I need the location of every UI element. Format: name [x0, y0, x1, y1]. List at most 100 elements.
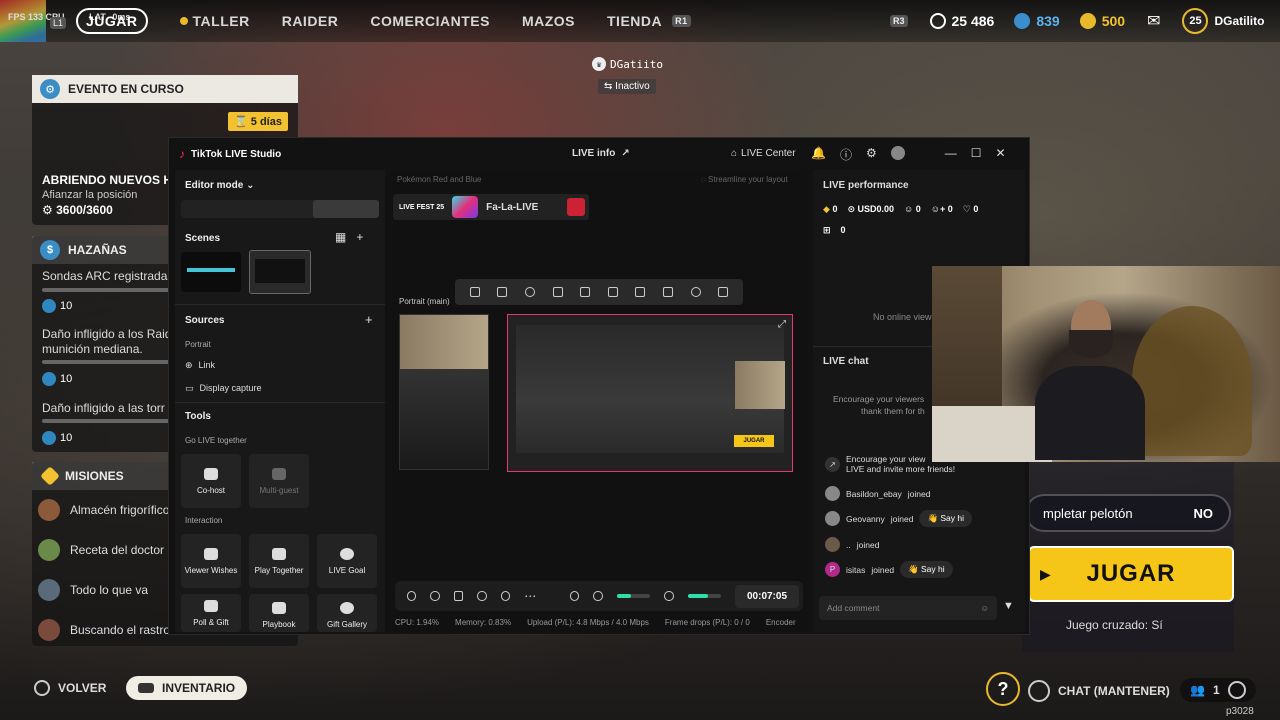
say-hi-button[interactable]: 👋 Say hi — [900, 561, 953, 578]
event-banner[interactable]: LIVE FEST 25 Fa-La-LIVE — [393, 194, 589, 220]
live-goal-tool[interactable]: LIVE Goal — [317, 534, 377, 588]
flip-icon[interactable] — [607, 287, 618, 297]
likes-stat: ♡ 0 — [962, 204, 979, 214]
source-link[interactable]: ⊕ Link — [185, 360, 215, 371]
tab-mazos[interactable]: MAZOS — [522, 13, 575, 29]
stick-icon — [1227, 681, 1246, 699]
event-header: ⚙ EVENTO EN CURSO — [32, 75, 298, 103]
maximize-icon[interactable]: ☐ — [971, 146, 982, 163]
tab-raider[interactable]: RAIDER — [282, 13, 339, 29]
currency-bar: R3 25 486 839 500 ✉ 25 DGatilito — [890, 0, 1264, 42]
delete-icon[interactable] — [718, 287, 729, 297]
bell-icon[interactable]: 🔔 — [811, 146, 826, 163]
landscape-preview[interactable]: JUGAR ⤢ — [507, 314, 793, 472]
mail-icon[interactable]: ✉ — [1147, 11, 1160, 31]
event-progress: ⚙ 3600/3600 — [42, 203, 113, 217]
say-hi-button[interactable]: 👋 Say hi — [919, 510, 973, 527]
add-comment-input[interactable]: Add comment ☺ — [819, 596, 997, 620]
rotate-icon[interactable] — [690, 287, 701, 297]
fullscreen-icon[interactable] — [497, 287, 508, 297]
expand-icon[interactable]: ⤢ — [778, 319, 786, 330]
avatar[interactable] — [890, 146, 905, 160]
minimize-icon[interactable]: — — [945, 146, 957, 163]
layer-up-icon[interactable] — [635, 287, 646, 297]
record-icon[interactable] — [477, 591, 487, 601]
live-timer: 00:07:05 — [734, 584, 800, 608]
speaker-icon[interactable] — [593, 591, 603, 601]
playbook-tool[interactable]: Playbook — [249, 594, 309, 632]
settings-icon[interactable]: ⚙ — [866, 146, 877, 163]
help-circle-icon[interactable]: ⓘ — [840, 146, 852, 163]
help-icon[interactable]: ? — [986, 672, 1020, 706]
editor-mode-dropdown[interactable]: Editor mode ⌄ — [185, 180, 255, 191]
users-icon: 👥 — [1190, 683, 1205, 697]
layer-down-icon[interactable] — [662, 287, 673, 297]
tab-taller[interactable]: TALLER — [179, 13, 250, 29]
user-avatar — [825, 537, 840, 552]
play-together-tool[interactable]: Play Together — [249, 534, 309, 588]
copy-icon[interactable] — [580, 287, 591, 297]
add-source-icon[interactable]: + — [365, 312, 373, 327]
live-info-button[interactable]: LIVE info ↗ — [572, 148, 630, 159]
back-button[interactable]: VOLVER — [34, 680, 106, 696]
diamond-icon — [40, 466, 60, 486]
mission-avatar — [38, 619, 60, 641]
party-indicator[interactable]: 👥 1 — [1180, 678, 1256, 702]
person-icon — [272, 547, 286, 560]
scene-icon[interactable] — [430, 591, 440, 601]
poll-gift-tool[interactable]: Poll & Gift — [181, 594, 241, 632]
frame-drops: Frame drops (P/L): 0 / 0 — [664, 618, 750, 627]
portrait-layout-option[interactable] — [181, 200, 247, 218]
close-icon[interactable]: ✕ — [996, 146, 1006, 163]
tab-tienda[interactable]: TIENDA — [607, 13, 662, 29]
gift-icon — [340, 602, 354, 614]
filter-icon[interactable]: ▼ — [1003, 600, 1014, 612]
tokens-value: 839 — [1036, 13, 1060, 29]
diamond-icon: ◆ — [823, 204, 830, 214]
gift-gallery-tool[interactable]: Gift Gallery — [317, 594, 377, 632]
center-icon[interactable] — [524, 287, 535, 297]
streamline-hint: ◌ Streamline your layout — [701, 175, 788, 184]
mic-volume[interactable] — [687, 594, 721, 598]
effects-icon[interactable] — [407, 591, 417, 601]
gift-icon: ⊞ — [823, 225, 831, 235]
chat-button[interactable]: CHAT (MANTENER) — [1028, 680, 1170, 702]
r3-badge: R3 — [890, 15, 908, 27]
more-icon[interactable]: ⋯ — [524, 589, 536, 603]
viewer-wishes-tool[interactable]: Viewer Wishes — [181, 534, 241, 588]
mic-icon[interactable] — [664, 591, 674, 601]
portrait-preview[interactable] — [399, 314, 489, 470]
speaker-volume[interactable] — [616, 594, 651, 598]
share-icon: ↗ — [825, 456, 840, 472]
tab-comerciantes[interactable]: COMERCIANTES — [370, 13, 490, 29]
grid-icon[interactable]: ▦ — [335, 230, 346, 244]
status-bar: CPU: 1.94% Memory: 0.83% Upload (P/L): 4… — [395, 618, 796, 627]
multiguest-tool[interactable]: Multi-guest — [249, 454, 309, 508]
username[interactable]: DGatilito — [1214, 14, 1264, 28]
r1-badge[interactable]: R1 — [672, 15, 691, 27]
cohost-tool[interactable]: Co-host — [181, 454, 241, 508]
media-icon[interactable] — [453, 591, 464, 601]
scenes-label: Scenes — [185, 233, 221, 244]
add-scene-icon[interactable]: + — [356, 230, 363, 244]
player-tag: ♛ DGatiito — [592, 57, 663, 71]
play-button[interactable]: ▶ JUGAR — [1028, 546, 1234, 602]
landscape-layout-option[interactable] — [247, 200, 313, 218]
mixer-icon[interactable] — [569, 591, 580, 601]
tiktok-live-studio-window[interactable]: ♪ TikTok LIVE Studio LIVE info ↗ ⌂ LIVE Ce… — [168, 137, 1030, 635]
tab-jugar[interactable]: JUGAR — [76, 8, 148, 34]
inventory-button[interactable]: INVENTARIO — [126, 676, 248, 700]
dual-layout-option[interactable] — [313, 200, 379, 218]
crown-icon: ♛ — [592, 57, 606, 71]
layout-switch[interactable] — [181, 200, 379, 218]
l1-badge[interactable]: L1 — [50, 13, 67, 31]
scene-thumb[interactable] — [181, 252, 241, 292]
source-display-capture[interactable]: ▭ Display capture — [185, 383, 262, 394]
squad-fill-toggle[interactable]: mpletar pelotón NO — [1025, 494, 1231, 532]
live-center-button[interactable]: ⌂ LIVE Center — [731, 148, 796, 159]
scene-thumb-active[interactable] — [249, 250, 311, 294]
replay-icon[interactable] — [500, 591, 511, 601]
fit-icon[interactable] — [469, 287, 480, 297]
streamer-silhouette — [1035, 300, 1145, 460]
crop-icon[interactable] — [552, 287, 563, 297]
